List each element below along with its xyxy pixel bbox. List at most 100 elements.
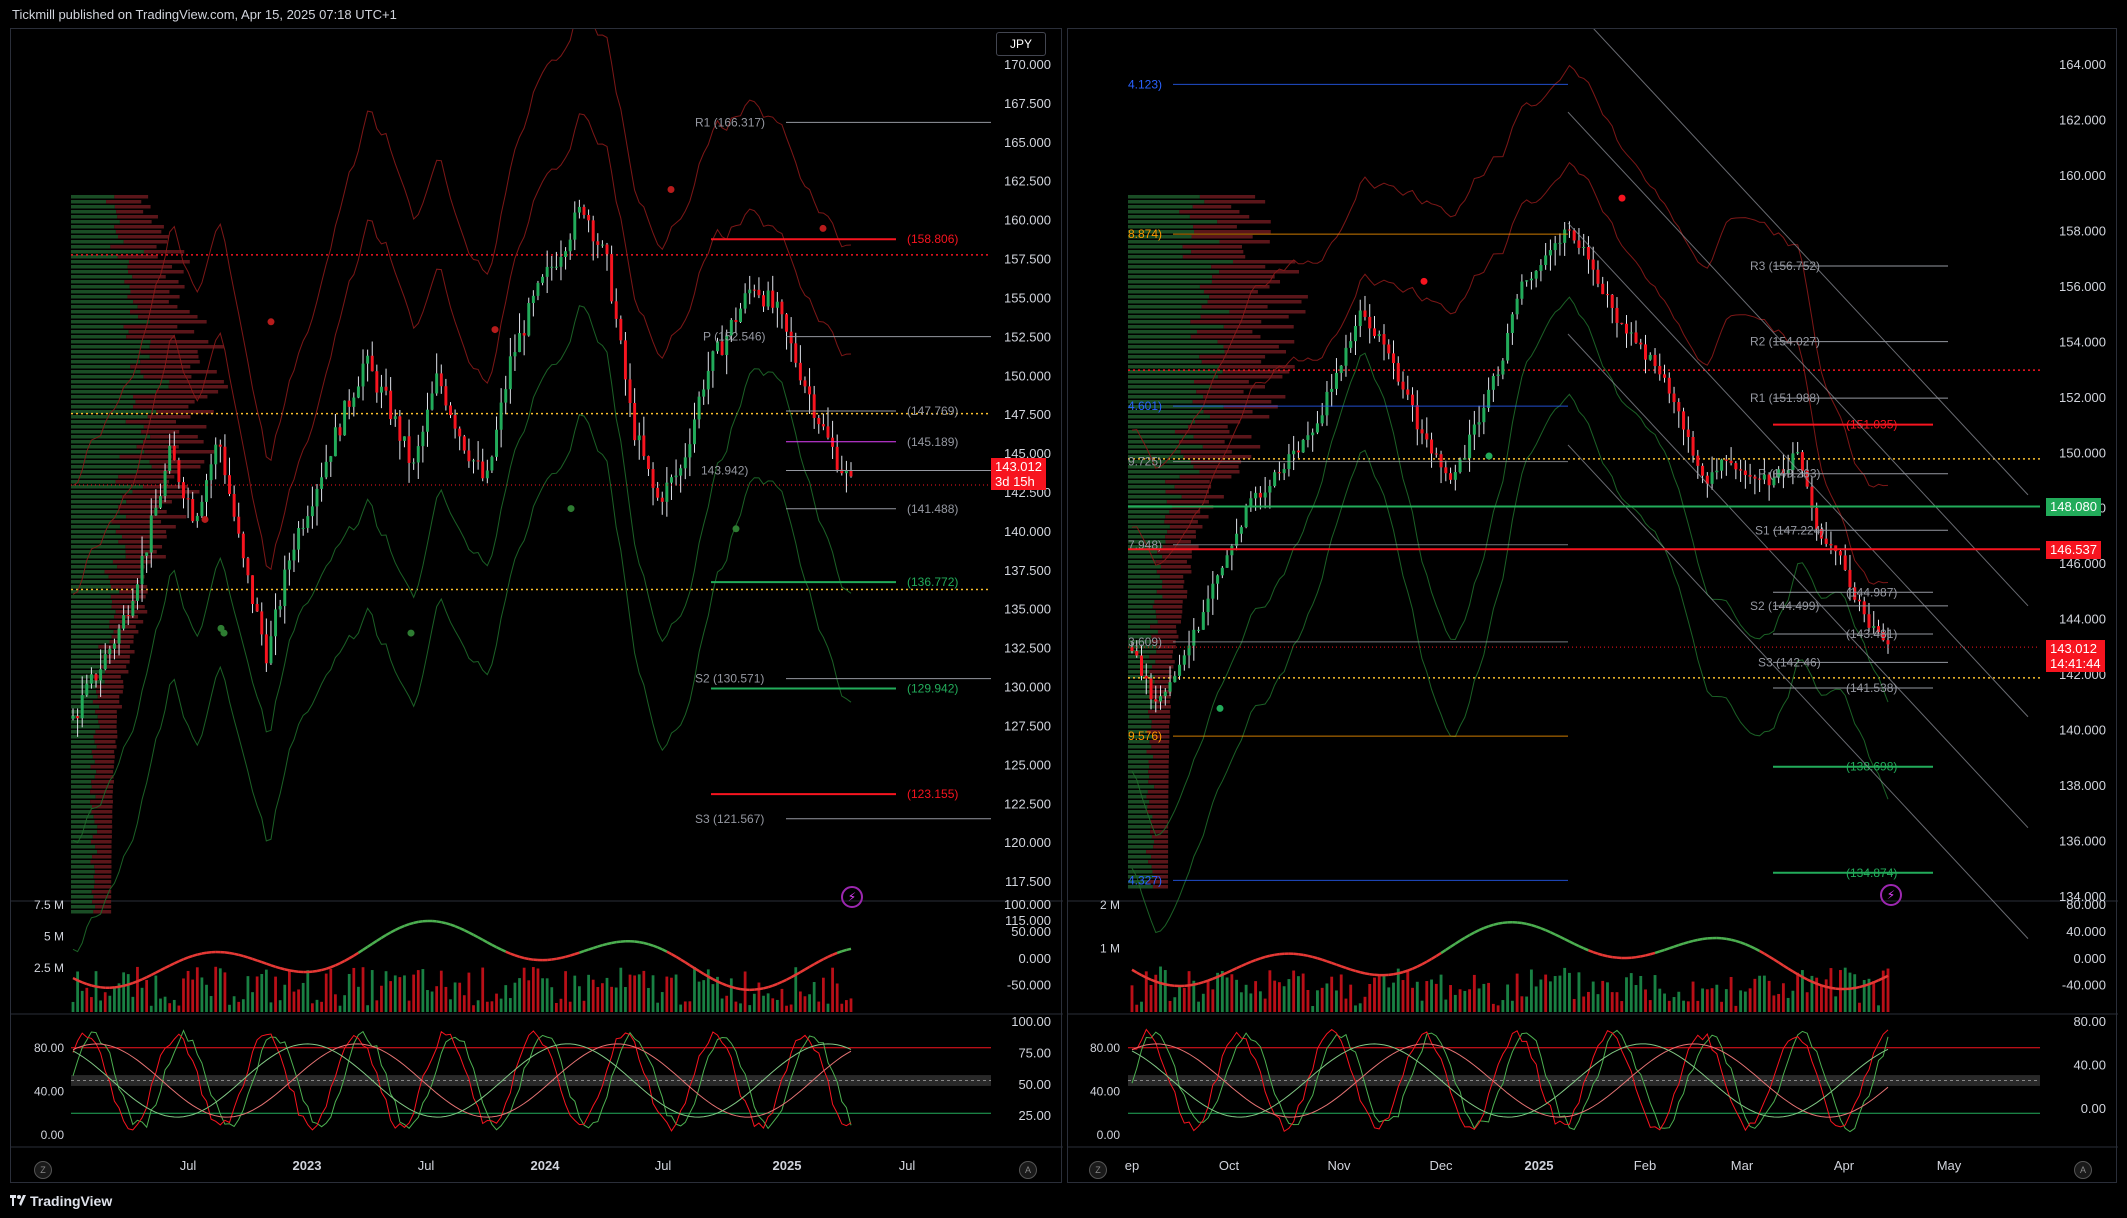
right-chart-svg[interactable]: 164.000 162.000 160.000 158.000 156.000 154.0… <box>1068 29 2118 1184</box>
volume-bar <box>1439 974 1443 1012</box>
volume-bar <box>1558 975 1562 1012</box>
lightning-icon[interactable]: ⚡ <box>841 886 863 908</box>
candle-body <box>1529 278 1533 281</box>
volume-bar <box>656 1002 660 1012</box>
volume-profile-bar <box>1128 585 1163 589</box>
candle-body <box>513 352 517 357</box>
candle-body <box>1515 298 1519 315</box>
candle-body <box>310 506 314 517</box>
volume-profile-bar <box>71 435 151 439</box>
volume-profile-bar <box>1167 530 1196 534</box>
volume-bar <box>90 997 93 1012</box>
candle-body <box>1558 242 1562 244</box>
volume-axis-label: 1 M <box>1100 941 1120 955</box>
volume-profile-bar <box>1128 485 1175 489</box>
volume-bar <box>1724 989 1728 1012</box>
volume-oscillator-line <box>206 951 212 954</box>
price-axis-label: 137.500 <box>1004 563 1051 578</box>
volume-profile-bar <box>1128 765 1150 769</box>
candle-body <box>1334 372 1338 389</box>
volume-profile-bar <box>149 460 205 464</box>
volume-bar <box>1472 974 1476 1012</box>
candle-body <box>200 501 204 516</box>
volume-oscillator-line <box>1136 971 1143 977</box>
left-zoom-icon[interactable]: Z <box>34 1161 52 1179</box>
left-chart-panel[interactable]: 170.000 167.500 165.000 162.500 160.000 157.5… <box>10 28 1063 1184</box>
volume-profile-bar <box>1149 655 1173 659</box>
volume-bar <box>1762 975 1766 1012</box>
symbol-badge[interactable]: JPY <box>996 32 1046 56</box>
volume-profile-bar <box>71 515 127 519</box>
volume-oscillator-line <box>1435 951 1442 958</box>
volume-bar <box>430 991 434 1012</box>
level-label: S2 (130.571) <box>695 672 764 686</box>
volume-profile-bar <box>1128 725 1152 729</box>
candle-body <box>527 303 531 336</box>
volume-profile-bar <box>1128 320 1191 324</box>
volume-profile-bar <box>1162 580 1185 584</box>
volume-profile-bar <box>1165 480 1210 484</box>
volume-bar <box>665 976 669 1012</box>
price-axis-label: 140.000 <box>2059 723 2106 738</box>
candle-body <box>205 480 208 502</box>
volume-profile-bar <box>133 405 189 409</box>
right-chart-panel[interactable]: 164.000 162.000 160.000 158.000 156.000 154.0… <box>1067 28 2118 1184</box>
volume-profile-bar <box>1179 440 1225 444</box>
volume-bar <box>1848 972 1852 1012</box>
volume-profile-bar <box>1128 215 1190 219</box>
volume-bar <box>725 995 729 1012</box>
candle-body <box>1339 365 1343 373</box>
candle-body <box>734 320 738 323</box>
level-label: S3 (142.46) <box>1758 655 1821 669</box>
volume-profile-bar <box>90 790 113 794</box>
candle-body <box>1496 374 1500 376</box>
volume-bar <box>255 976 259 1012</box>
volume-profile-bar <box>71 745 97 749</box>
right-last-price-tag: 143.012 14:41:44 <box>2046 640 2105 672</box>
volume-oscillator-line <box>187 954 194 959</box>
right-zoom-icon[interactable]: Z <box>1089 1161 1107 1179</box>
volume-profile-bar <box>119 510 167 514</box>
candle-body <box>762 295 766 307</box>
right-last-price: 143.012 <box>2050 641 2097 656</box>
volume-bar <box>835 983 839 1012</box>
volume-oscillator-line <box>495 946 502 951</box>
fib-level-label: 4.327) <box>1128 873 1162 887</box>
volume-bar <box>513 982 517 1012</box>
candle-body <box>292 549 296 561</box>
price-axis-label: 164.000 <box>2059 57 2106 72</box>
candle-body <box>1434 453 1438 455</box>
published-caption: Tickmill published on TradingView.com, A… <box>12 7 397 22</box>
volume-profile-bar <box>1195 420 1241 424</box>
volume-bar <box>1729 976 1733 1012</box>
volume-bar <box>647 987 650 1012</box>
volume-profile-bar <box>143 440 204 444</box>
left-auto-scale-icon[interactable]: A <box>1019 1161 1037 1179</box>
volume-bar <box>251 992 254 1012</box>
time-axis-label: May <box>1937 1158 1962 1173</box>
volume-profile-bar <box>71 405 134 409</box>
volume-bar <box>518 978 521 1012</box>
volume-oscillator-line <box>597 943 603 948</box>
volume-bar <box>536 968 540 1012</box>
volume-profile-bar <box>1128 220 1218 224</box>
candle-body <box>1330 388 1334 392</box>
candle-body <box>195 515 199 522</box>
volume-profile-bar <box>97 830 112 834</box>
volume-oscillator-line <box>1364 972 1370 976</box>
volume-bar <box>490 1001 494 1012</box>
tradingview-logo[interactable]: TradingView <box>10 1193 112 1209</box>
volume-oscillator-line <box>1307 954 1313 959</box>
volume-profile-bar <box>130 290 170 294</box>
volume-bar <box>380 985 383 1012</box>
volume-oscillator-line <box>514 954 520 959</box>
volume-oscillator-line <box>836 950 843 955</box>
oscillator-axis-label: 0.00 <box>41 1128 65 1142</box>
right-auto-scale-icon[interactable]: A <box>2074 1161 2092 1179</box>
left-chart-svg[interactable]: 170.000 167.500 165.000 162.500 160.000 157.5… <box>11 29 1063 1184</box>
lightning-icon-right[interactable]: ⚡ <box>1880 884 1902 906</box>
level-label: (136.772) <box>907 575 958 589</box>
level-label: (151.035) <box>1846 418 1897 432</box>
candle-body <box>775 301 779 308</box>
volume-bar <box>495 993 498 1012</box>
